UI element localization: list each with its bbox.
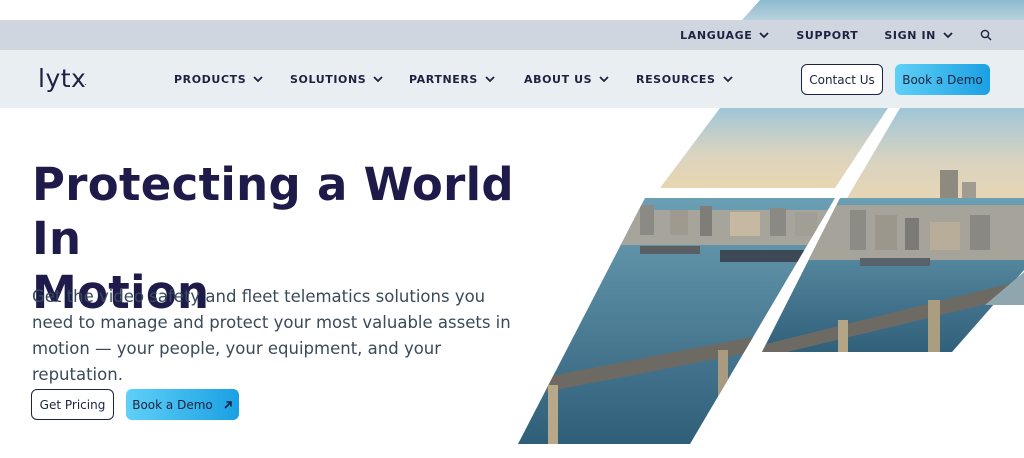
nav-menu: PRODUCTS SOLUTIONS PARTNERS ABOUT US RES… [174, 50, 746, 108]
hero-subtitle: Get the video safety and fleet telematic… [32, 287, 511, 384]
nav-item-label: RESOURCES [636, 72, 716, 86]
arrow-up-right-icon [224, 400, 232, 409]
chevron-down-icon [759, 32, 770, 39]
sign-in-menu[interactable]: SIGN IN [884, 29, 954, 42]
utility-bar: LANGUAGE SUPPORT SIGN IN [0, 20, 1024, 50]
nav-item-label: SOLUTIONS [290, 72, 367, 86]
language-label: LANGUAGE [680, 28, 753, 42]
contact-us-button[interactable]: Contact Us [801, 64, 883, 95]
chevron-down-icon [943, 32, 953, 39]
chevron-down-icon [373, 76, 383, 83]
chevron-down-icon [485, 76, 495, 83]
support-label: SUPPORT [796, 28, 859, 42]
nav-item-products[interactable]: PRODUCTS [174, 73, 290, 86]
book-demo-label: Book a Demo [132, 397, 213, 412]
logo-mark: . [84, 78, 88, 87]
nav-item-label: ABOUT US [524, 72, 593, 86]
sign-in-label: SIGN IN [884, 28, 936, 42]
logo-text: lytx [38, 64, 87, 93]
get-pricing-label: Get Pricing [39, 397, 106, 412]
nav-item-solutions[interactable]: SOLUTIONS [290, 73, 409, 86]
nav-item-about-us[interactable]: ABOUT US [524, 73, 636, 86]
book-demo-nav-button[interactable]: Book a Demo [895, 64, 990, 95]
book-demo-hero-button[interactable]: Book a Demo [126, 389, 239, 420]
chevron-down-icon [253, 76, 263, 83]
chevron-down-icon [599, 76, 609, 83]
nav-item-partners[interactable]: PARTNERS [409, 73, 524, 86]
hero-title-line-1: Protecting a World In [32, 158, 514, 265]
language-menu[interactable]: LANGUAGE [680, 29, 770, 42]
chevron-down-icon [722, 76, 733, 83]
nav-item-label: PRODUCTS [174, 72, 247, 86]
nav-item-label: PARTNERS [409, 72, 478, 86]
nav-item-resources[interactable]: RESOURCES [636, 73, 746, 86]
lytx-logo[interactable]: lytx. [38, 64, 89, 93]
support-link[interactable]: SUPPORT [796, 29, 858, 42]
search-button[interactable] [980, 29, 992, 41]
search-icon [980, 29, 992, 41]
get-pricing-button[interactable]: Get Pricing [31, 389, 114, 420]
